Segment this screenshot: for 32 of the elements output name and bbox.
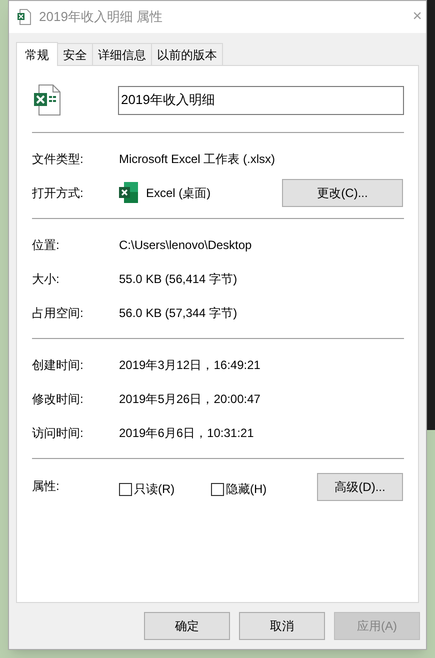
field-label: 文件类型:	[32, 150, 84, 168]
field-label: 创建时间:	[32, 356, 84, 374]
spreadsheet-file-icon	[33, 84, 61, 116]
file-name-field[interactable]: 2019年收入明细	[118, 86, 404, 114]
field-value: 2019年5月26日，20:00:47	[119, 390, 260, 408]
dialog-button[interactable]: 确定	[144, 612, 230, 640]
field-label: 占用空间:	[32, 304, 84, 322]
checkbox-label: 只读(R)	[134, 481, 175, 498]
field-value: 55.0 KB (56,414 字节)	[119, 270, 238, 288]
field-value: Excel (桌面)	[146, 184, 211, 202]
field-label: 访问时间:	[32, 424, 84, 442]
checkbox-label: 隐藏(H)	[226, 481, 267, 498]
field-label: 打开方式:	[32, 184, 84, 202]
checkbox[interactable]	[211, 482, 224, 496]
field-label: 属性:	[32, 478, 60, 495]
dialog-button[interactable]: 取消	[239, 612, 325, 640]
checkbox[interactable]	[119, 482, 132, 496]
field-value: 2019年6月6日，10:31:21	[119, 424, 254, 442]
field-label: 修改时间:	[32, 390, 84, 408]
spreadsheet-file-icon	[17, 9, 31, 25]
change-button[interactable]: 更改(C)...	[282, 178, 403, 206]
field-value: C:\Users\lenovo\Desktop	[119, 236, 252, 254]
tab[interactable]: 以前的版本	[151, 43, 223, 65]
field-label: 大小:	[32, 270, 60, 288]
field-value: 2019年3月12日，16:49:21	[119, 356, 260, 374]
field-value: 56.0 KB (57,344 字节)	[119, 304, 238, 322]
window-title: 2019年收入明细 属性	[39, 8, 164, 26]
field-label: 位置:	[32, 236, 60, 254]
advanced-button[interactable]: 高级(D)...	[317, 473, 403, 501]
spreadsheet-app-icon	[119, 182, 138, 203]
tab[interactable]: 常规	[16, 42, 58, 66]
field-value: Microsoft Excel 工作表 (.xlsx)	[119, 150, 276, 168]
